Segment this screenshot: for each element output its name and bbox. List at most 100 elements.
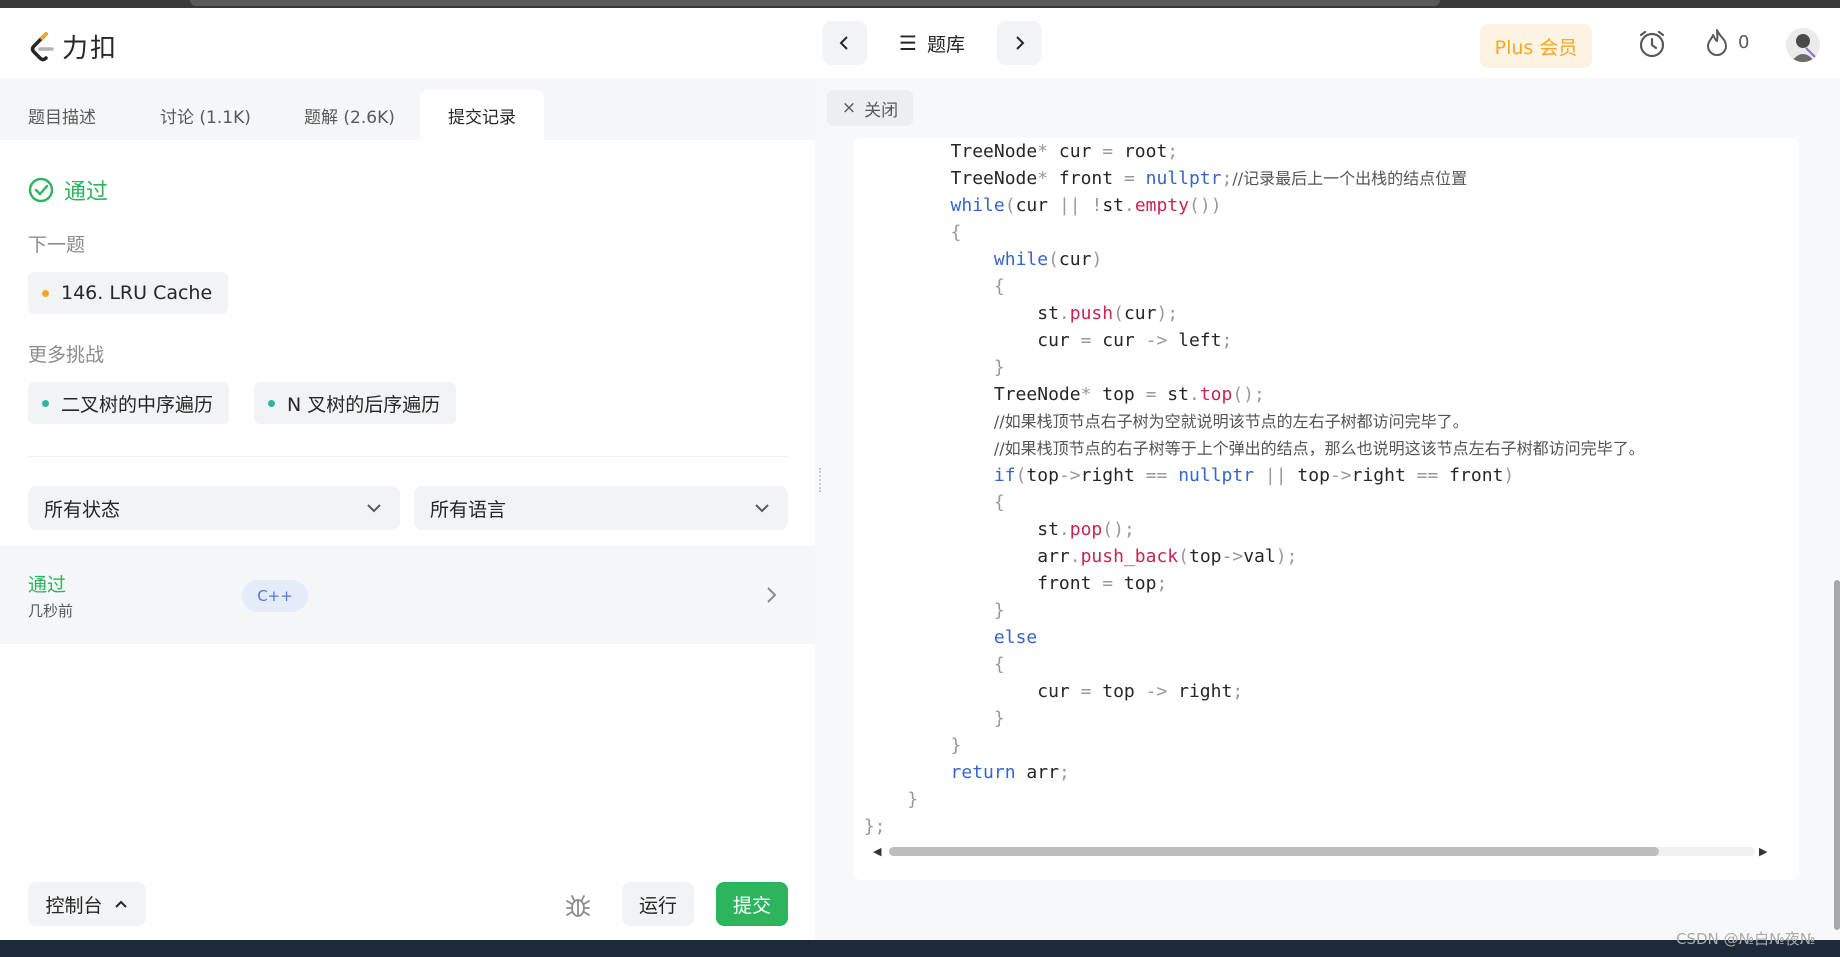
- tab-discussion[interactable]: 讨论 (1.1K): [132, 90, 279, 140]
- code-line: }: [993, 357, 1005, 378]
- submission-code-card: TreeNode* cur = root; TreeNode* front = …: [853, 138, 1799, 880]
- more-challenges-label: 更多挑战: [28, 344, 105, 366]
- logo-text: 力扣: [62, 34, 119, 64]
- next-problem-title: 146. LRU Cache: [61, 282, 213, 304]
- chevron-right-icon: [1016, 36, 1025, 50]
- top-navbar: 力扣 ☰ 题库 Plus 会员 0: [0, 8, 1840, 78]
- console-toggle-button[interactable]: 控制台: [28, 882, 146, 926]
- problem-list-button[interactable]: ☰ 题库: [867, 30, 997, 57]
- chevron-down-icon: [755, 504, 769, 513]
- result-status-text: 通过: [64, 180, 109, 205]
- difficulty-dot: [42, 399, 49, 407]
- code-line: while(cur): [993, 249, 1103, 270]
- os-taskbar: [0, 940, 1840, 957]
- code-line: arr.push_back(top->val);: [853, 546, 1298, 567]
- tab-description[interactable]: 题目描述: [0, 90, 124, 140]
- challenge-chip[interactable]: N 叉树的后序遍历: [254, 382, 457, 424]
- status-filter-value: 所有状态: [44, 498, 121, 521]
- code-line: }: [993, 600, 1005, 621]
- scroll-right-arrow-icon[interactable]: ▶: [1759, 845, 1767, 858]
- next-problem-label: 下一题: [28, 234, 86, 256]
- status-filter-select[interactable]: 所有状态: [28, 486, 400, 530]
- chevron-right-icon: [767, 587, 777, 603]
- submission-status: 通过: [28, 574, 67, 596]
- console-label: 控制台: [45, 894, 103, 917]
- code-line: //如果栈顶节点右子树为空就说明该节点的左右子树都访问完毕了。: [993, 412, 1469, 431]
- left-panel: 题目描述 讨论 (1.1K) 题解 (2.6K) 提交记录 通过 下一题 146…: [0, 78, 815, 940]
- challenge-title: 二叉树的中序遍历: [61, 393, 214, 416]
- check-circle-icon: [28, 177, 54, 203]
- code-line: {: [950, 222, 962, 243]
- chevron-left-icon: [839, 36, 848, 50]
- window-top-strip: [0, 0, 1840, 8]
- fire-icon: [1707, 29, 1727, 56]
- submission-language-badge: C++: [242, 580, 308, 612]
- tab-solutions[interactable]: 题解 (2.6K): [276, 90, 423, 140]
- code-line: {: [993, 492, 1005, 513]
- close-icon: ×: [841, 98, 857, 118]
- submission-time: 几秒前: [28, 602, 74, 620]
- code-line: if(top->right == nullptr || top->right =…: [993, 465, 1515, 486]
- code-line: return arr;: [950, 762, 1070, 783]
- section-divider: [28, 456, 788, 457]
- scrollbar-thumb[interactable]: [1834, 580, 1840, 930]
- challenge-title: N 叉树的后序遍历: [287, 393, 441, 416]
- browser-tab-strip: [190, 0, 1440, 6]
- code-line: {: [993, 276, 1005, 297]
- chevron-up-icon: [114, 900, 127, 908]
- code-line: while(cur || !st.empty()): [950, 195, 1222, 216]
- code-line: cur = top -> right;: [853, 681, 1244, 702]
- panel-resizer[interactable]: [815, 78, 827, 940]
- streak-counter[interactable]: 0: [1704, 28, 1749, 56]
- language-filter-value: 所有语言: [430, 498, 507, 521]
- close-button[interactable]: × 关闭: [827, 90, 913, 126]
- run-button[interactable]: 运行: [622, 882, 694, 926]
- code-line: }: [950, 735, 962, 756]
- plus-membership-button[interactable]: Plus 会员: [1480, 24, 1592, 68]
- scrollbar-thumb[interactable]: [889, 847, 1659, 856]
- difficulty-dot: [268, 399, 275, 407]
- close-label: 关闭: [864, 100, 899, 121]
- next-problem-chip[interactable]: 146. LRU Cache: [28, 272, 229, 314]
- code-line: else: [993, 627, 1038, 648]
- code-line: };: [863, 816, 886, 837]
- result-status: 通过: [28, 174, 108, 206]
- submit-button[interactable]: 提交: [716, 882, 788, 926]
- debug-icon[interactable]: [564, 892, 592, 920]
- resize-grip-icon: [819, 468, 822, 492]
- scroll-left-arrow-icon[interactable]: ◀: [873, 845, 881, 858]
- code-line: }: [993, 708, 1005, 729]
- next-problem-button[interactable]: [997, 21, 1041, 65]
- code-viewer: TreeNode* cur = root; TreeNode* front = …: [853, 138, 1799, 838]
- code-line: front = top;: [853, 573, 1168, 594]
- leetcode-logo-icon: [30, 31, 54, 61]
- prev-problem-button[interactable]: [823, 21, 867, 65]
- horizontal-scrollbar[interactable]: ◀ ▶: [873, 844, 1773, 858]
- code-line: st.push(cur);: [853, 303, 1179, 324]
- submission-row[interactable]: 通过 几秒前 C++: [0, 546, 815, 644]
- alarm-clock-icon[interactable]: [1636, 28, 1668, 60]
- language-filter-select[interactable]: 所有语言: [414, 486, 788, 530]
- tab-bar: 题目描述 讨论 (1.1K) 题解 (2.6K) 提交记录: [0, 78, 815, 140]
- vertical-scrollbar[interactable]: [1834, 140, 1840, 940]
- streak-count: 0: [1738, 31, 1750, 53]
- problem-list-label: 题库: [926, 33, 965, 56]
- chevron-down-icon: [367, 504, 381, 513]
- leetcode-logo[interactable]: 力扣: [28, 28, 118, 65]
- avatar-image: [1786, 28, 1820, 62]
- code-line: cur = cur -> left;: [853, 330, 1233, 351]
- challenge-chip[interactable]: 二叉树的中序遍历: [28, 382, 230, 424]
- menu-icon: ☰: [899, 31, 917, 55]
- right-panel: × 关闭 TreeNode* cur = root; TreeNode* fro…: [827, 78, 1840, 940]
- code-line: TreeNode* cur = root;: [853, 141, 1179, 162]
- code-line: }: [907, 789, 919, 810]
- tab-submissions[interactable]: 提交记录: [420, 90, 544, 140]
- code-line: TreeNode* top = st.top();: [853, 384, 1265, 405]
- code-line: //如果栈顶节点的右子树等于上个弹出的结点，那么也说明这该节点左右子树都访问完毕…: [993, 439, 1645, 458]
- difficulty-dot: [42, 289, 49, 297]
- user-avatar[interactable]: [1786, 28, 1820, 62]
- code-line: {: [993, 654, 1005, 675]
- code-line: TreeNode* front = nullptr;//记录最后上一个出栈的结点…: [853, 168, 1468, 189]
- watermark: CSDN @№白№夜№: [1676, 930, 1816, 948]
- code-line: st.pop();: [853, 519, 1135, 540]
